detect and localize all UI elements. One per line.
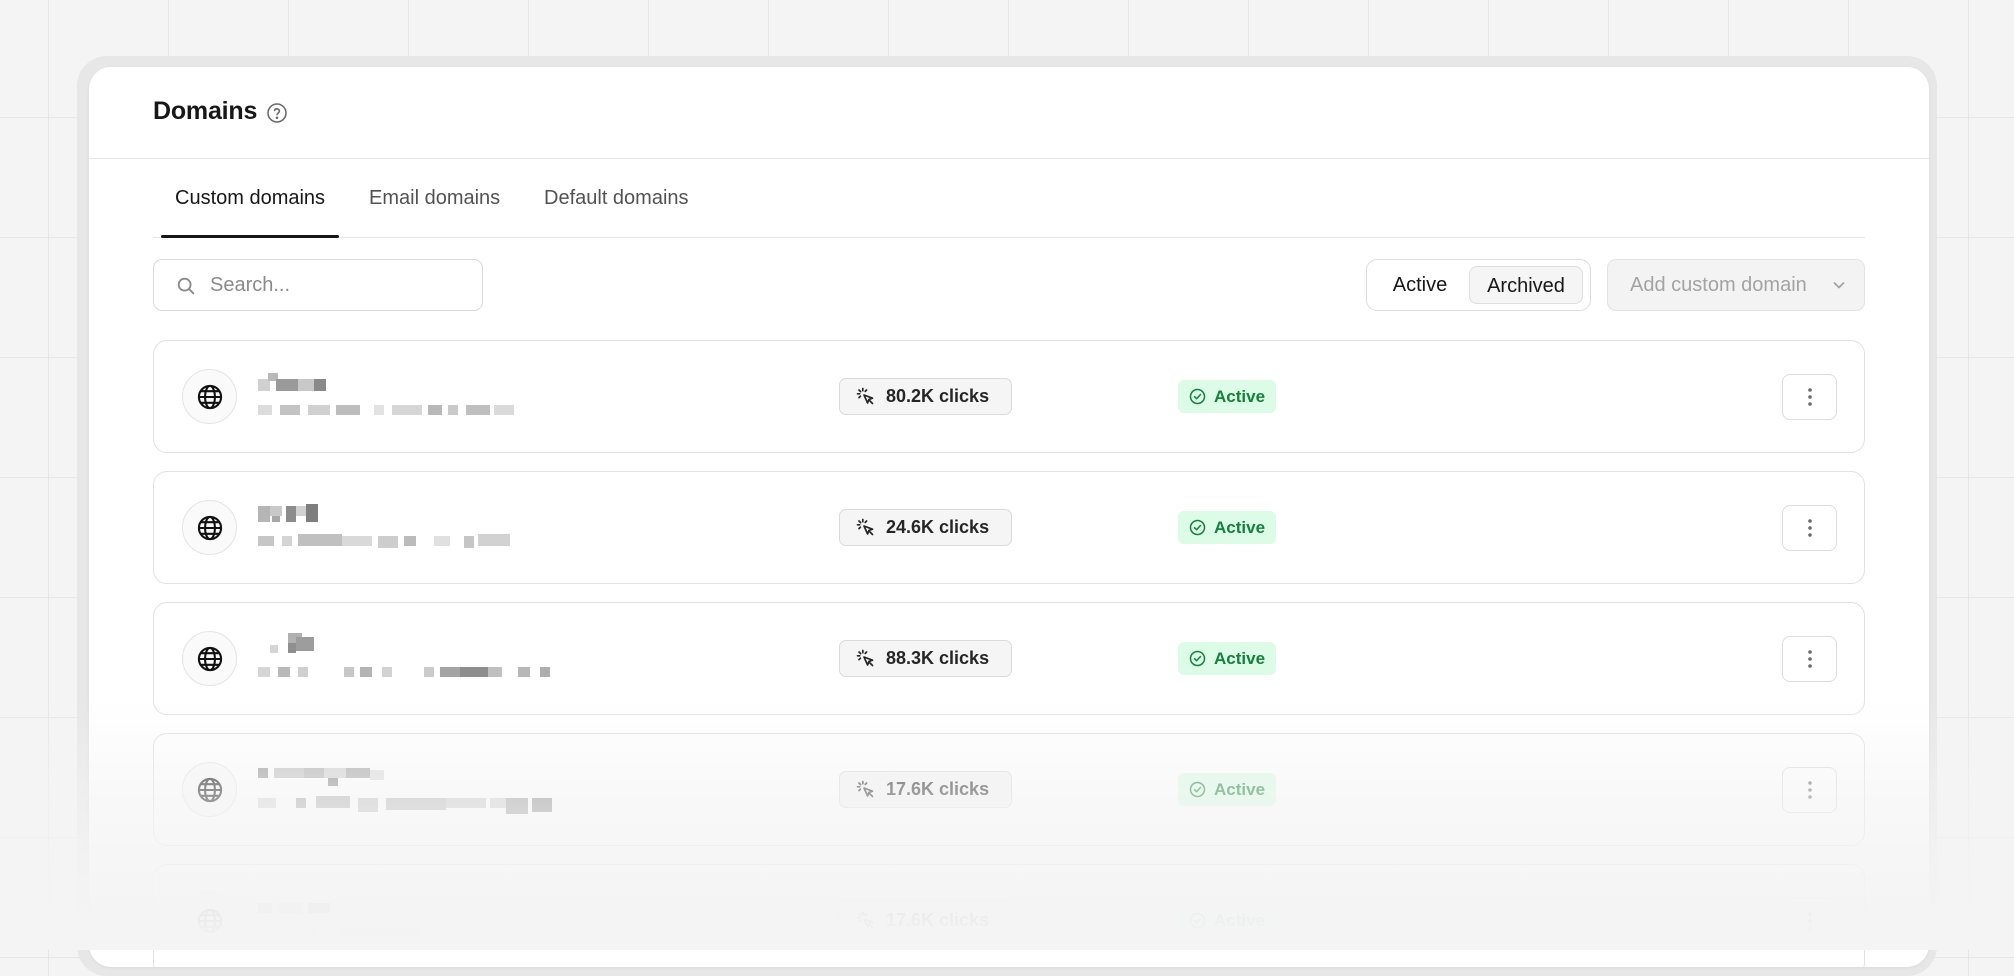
cursor-click-icon: [856, 780, 874, 798]
clicks-count: 80.2K clicks: [886, 386, 990, 406]
domain-row: 17.6K clicks Active: [153, 733, 1865, 846]
status-badge: Active: [1178, 511, 1277, 544]
status-label: Active: [1214, 518, 1266, 537]
clicks-count: 88.3K clicks: [886, 648, 990, 668]
domain-avatar: [182, 893, 237, 948]
filter-archived-option[interactable]: Archived: [1469, 266, 1583, 304]
more-vertical-icon: [1808, 388, 1812, 406]
status-label: Active: [1214, 649, 1266, 668]
domain-row: 24.6K clicks Active: [153, 471, 1865, 584]
check-circle-icon: [1189, 519, 1206, 536]
tab-email-domains[interactable]: Email domains: [369, 159, 500, 237]
status-filter-toggle: Active Archived: [1366, 259, 1591, 311]
status-label: Active: [1214, 387, 1266, 406]
tab-default-domains[interactable]: Default domains: [544, 159, 689, 237]
check-circle-icon: [1189, 388, 1206, 405]
clicks-badge[interactable]: 17.6K clicks: [839, 771, 1013, 808]
search-box: [153, 259, 483, 311]
domain-name-redacted: [258, 764, 384, 788]
globe-icon: [197, 515, 223, 541]
domain-avatar: [182, 500, 237, 555]
check-circle-icon: [1189, 650, 1206, 667]
globe-icon: [197, 777, 223, 803]
clicks-count: 17.6K clicks: [886, 779, 990, 799]
filter-active-option[interactable]: Active: [1373, 266, 1467, 304]
row-menu-button[interactable]: [1782, 374, 1837, 420]
add-custom-domain-label: Add custom domain: [1630, 274, 1807, 296]
cursor-click-icon: [856, 649, 874, 667]
question-circle-icon[interactable]: [265, 101, 289, 125]
clicks-badge[interactable]: 80.2K clicks: [839, 378, 1013, 415]
clicks-count: 24.6K clicks: [886, 517, 990, 537]
more-vertical-icon: [1808, 912, 1812, 930]
globe-icon: [197, 646, 223, 672]
tab-custom-domains[interactable]: Custom domains: [160, 159, 340, 238]
cursor-click-icon: [856, 911, 874, 929]
domains-card: Domains Custom domains Email domains Def…: [89, 67, 1929, 967]
domain-row: 80.2K clicks Active: [153, 340, 1865, 453]
domain-row: 88.3K clicks Active: [153, 602, 1865, 715]
row-menu-button[interactable]: [1782, 505, 1837, 551]
domain-name-redacted: [258, 371, 368, 395]
clicks-badge[interactable]: 17.6K clicks: [839, 902, 1013, 939]
check-circle-icon: [1189, 781, 1206, 798]
status-label: Active: [1214, 780, 1266, 799]
page-header: Domains: [89, 67, 1929, 159]
status-badge: Active: [1178, 380, 1277, 413]
row-menu-button[interactable]: [1782, 898, 1837, 944]
search-input[interactable]: [210, 260, 470, 310]
row-menu-button[interactable]: [1782, 636, 1837, 682]
status-badge: Active: [1178, 773, 1277, 806]
more-vertical-icon: [1808, 650, 1812, 668]
chevron-down-icon: [1833, 282, 1845, 289]
domain-avatar: [182, 762, 237, 817]
domain-name-redacted: [258, 895, 368, 919]
clicks-badge[interactable]: 24.6K clicks: [839, 509, 1013, 546]
check-circle-icon: [1189, 912, 1206, 929]
search-icon: [177, 277, 195, 295]
more-vertical-icon: [1808, 519, 1812, 537]
domain-name-redacted: [258, 502, 368, 526]
cursor-click-icon: [856, 518, 874, 536]
status-badge: Active: [1178, 904, 1277, 937]
domain-tabs: Custom domains Email domains Default dom…: [153, 159, 1865, 238]
domain-url-redacted: [258, 534, 588, 550]
clicks-badge[interactable]: 88.3K clicks: [839, 640, 1013, 677]
domain-url-redacted: [258, 796, 588, 814]
domain-avatar: [182, 631, 237, 686]
domain-name-redacted: [258, 633, 368, 657]
add-custom-domain-button[interactable]: Add custom domain: [1607, 259, 1865, 311]
status-label: Active: [1214, 911, 1266, 930]
domain-avatar: [182, 369, 237, 424]
status-badge: Active: [1178, 642, 1277, 675]
globe-icon: [197, 908, 223, 934]
row-menu-button[interactable]: [1782, 767, 1837, 813]
domain-url-redacted: [258, 403, 588, 419]
cursor-click-icon: [856, 387, 874, 405]
page-title: Domains: [153, 97, 258, 125]
globe-icon: [197, 384, 223, 410]
domain-url-redacted: [258, 665, 588, 681]
domain-row: 17.6K clicks Active: [153, 864, 1865, 967]
more-vertical-icon: [1808, 781, 1812, 799]
domain-url-redacted: [258, 927, 588, 943]
clicks-count: 17.6K clicks: [886, 910, 990, 930]
